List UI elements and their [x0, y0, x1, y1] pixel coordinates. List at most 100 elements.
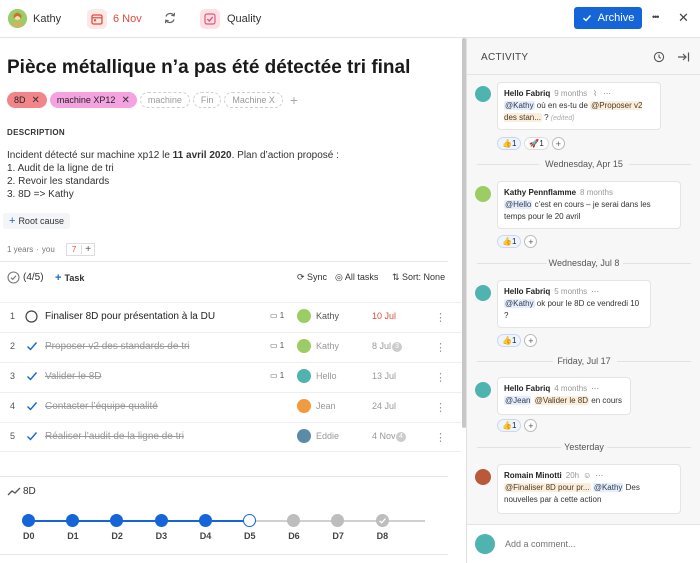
task-menu-icon[interactable]: ⋮ — [435, 341, 446, 354]
sort-selector[interactable]: ⇅ Sort: None — [392, 272, 445, 283]
counter-plus-icon[interactable]: + — [82, 244, 94, 255]
task-due-date[interactable]: 4 Nov — [372, 431, 396, 441]
attachment-icon[interactable]: ⌇ — [593, 88, 597, 100]
task-done-check-icon[interactable] — [26, 430, 38, 445]
reaction-thumbs-up[interactable]: 👍 1 — [497, 137, 522, 150]
recurrence-icon[interactable] — [163, 11, 177, 28]
comment-count[interactable]: ▭ 1 — [270, 371, 284, 380]
root-cause-button[interactable]: + Root cause — [3, 213, 70, 229]
workflow-step-d1[interactable] — [66, 514, 80, 527]
page-title[interactable]: Pièce métallique n’a pas été détectée tr… — [7, 57, 410, 79]
workflow-step-d7[interactable] — [331, 514, 345, 527]
task-due-date[interactable]: 8 Jul — [372, 341, 391, 351]
task-done-check-icon[interactable] — [26, 340, 38, 355]
task-done-check-icon[interactable] — [26, 400, 38, 415]
history-icon[interactable] — [653, 51, 665, 66]
all-tasks-filter[interactable]: ◎ All tasks — [335, 272, 378, 283]
comment-card[interactable]: Hello Fabriq 5 months ··· @Kathy ok pour… — [497, 280, 651, 328]
suggested-tag[interactable]: Fin — [192, 92, 222, 108]
add-tag-icon[interactable]: + — [290, 92, 298, 108]
add-reaction-icon[interactable]: + — [551, 137, 565, 150]
close-icon[interactable]: ✕ — [678, 10, 689, 26]
reaction-thumbs-up[interactable]: 👍 1 — [497, 334, 522, 347]
reaction-thumbs-up[interactable]: 👍 1 — [497, 419, 522, 432]
comment-count[interactable]: ▭ 1 — [270, 311, 284, 320]
workflow-step-d4[interactable] — [198, 514, 212, 527]
add-reaction-icon[interactable]: + — [524, 419, 538, 432]
task-title[interactable]: Proposer v2 des standards de tri — [45, 341, 190, 352]
assignee-selector[interactable]: Kathy — [8, 9, 61, 28]
task-title[interactable]: Finaliser 8D pour présentation à la DU — [45, 311, 215, 322]
archive-button[interactable]: Archive — [574, 7, 642, 29]
workflow-step-d8[interactable] — [375, 514, 389, 527]
due-date-selector[interactable]: 6 Nov — [87, 9, 142, 29]
comment-card[interactable]: Hello Fabriq 9 months ⌇ ··· @Kathy où en… — [497, 82, 661, 130]
workflow-step-d2[interactable] — [110, 514, 124, 527]
tag-label: 8D — [14, 95, 26, 105]
workflow-step-label: D1 — [67, 531, 79, 541]
add-task-button[interactable]: + Task — [55, 272, 84, 284]
task-title[interactable]: Réaliser l’audit de la ligne de tri — [45, 431, 184, 442]
emoji-reaction-icon[interactable]: ☺ — [583, 470, 591, 482]
more-options-icon[interactable]: ••• — [652, 12, 660, 22]
suggested-tag[interactable]: machine — [139, 92, 190, 108]
task-row[interactable]: 1 Finaliser 8D pour présentation à la DU… — [0, 302, 462, 332]
task-row[interactable]: 3 Valider le 8D ▭ 1 Hello 13 Jul ⋮ — [0, 362, 462, 392]
comment-menu-icon[interactable]: ··· — [591, 383, 599, 395]
mention[interactable]: @Valider le 8D — [533, 396, 590, 405]
mention[interactable]: @Kathy — [504, 299, 535, 308]
collapse-panel-icon[interactable] — [677, 51, 690, 66]
comment-menu-icon[interactable]: ··· — [603, 88, 611, 100]
workflow-step-d3[interactable] — [154, 514, 168, 527]
mention[interactable]: @Hello — [504, 200, 533, 209]
workflow-step-d0[interactable] — [22, 514, 35, 527]
task-done-check-icon[interactable] — [26, 370, 38, 385]
comment-card[interactable]: Hello Fabriq 4 months ··· @Jean @Valider… — [497, 377, 631, 415]
add-reaction-icon[interactable]: + — [524, 334, 538, 347]
reaction-thumbs-up[interactable]: 👍 1 — [497, 235, 522, 248]
task-due-date[interactable]: 10 Jul — [372, 311, 396, 321]
task-menu-icon[interactable]: ⋮ — [435, 401, 446, 414]
comment-composer — [467, 524, 700, 563]
tag-8d[interactable]: 8D ✕ — [7, 92, 47, 108]
description-body[interactable]: Incident détecté sur machine xp12 le 11 … — [7, 149, 447, 201]
reactions: 👍 1 + — [497, 235, 538, 248]
mention[interactable]: @Finaliser 8D pour pr... — [504, 483, 591, 492]
mention[interactable]: @Kathy — [592, 483, 624, 492]
comment-menu-icon[interactable]: ··· — [591, 286, 599, 298]
comment-body: @Finaliser 8D pour pr... @Kathy Des nouv… — [504, 483, 640, 504]
comment-author: Hello Fabriq — [504, 89, 551, 98]
counter-box[interactable]: 7 + — [65, 243, 96, 256]
workflow-step-d5[interactable] — [243, 514, 256, 527]
task-row[interactable]: 2 Proposer v2 des standards de tri ▭ 1 K… — [0, 332, 462, 362]
tag-machine-xp12[interactable]: machine XP12 ✕ — [49, 92, 137, 108]
task-menu-icon[interactable]: ⋮ — [435, 311, 446, 324]
reactions: 👍 1 + — [497, 419, 538, 432]
due-date: 6 Nov — [113, 13, 142, 25]
comment-count[interactable]: ▭ 1 — [270, 341, 284, 350]
task-title[interactable]: Valider le 8D — [45, 371, 102, 382]
add-reaction-icon[interactable]: + — [524, 235, 538, 248]
comment-card[interactable]: Romain Minotti 20h ☺ ··· @Finaliser 8D p… — [497, 464, 681, 514]
archive-label: Archive — [597, 12, 635, 24]
workflow-step-d6[interactable] — [287, 514, 301, 527]
task-menu-icon[interactable]: ⋮ — [435, 371, 446, 384]
mention[interactable]: @Kathy — [504, 101, 535, 110]
reaction-rocket[interactable]: 🚀 1 — [524, 137, 549, 150]
task-due-date[interactable]: 13 Jul — [372, 371, 396, 381]
task-row[interactable]: 5 Réaliser l’audit de la ligne de tri Ed… — [0, 422, 462, 452]
task-title[interactable]: Contacter l’équipe qualité — [45, 401, 158, 412]
task-status-open-icon[interactable] — [25, 310, 38, 326]
sync-button[interactable]: ⟳ Sync — [297, 272, 327, 283]
comment-menu-icon[interactable]: ··· — [595, 470, 603, 482]
suggested-tag[interactable]: Machine X — [224, 92, 283, 108]
remove-tag-icon[interactable]: ✕ — [121, 95, 129, 106]
remove-tag-icon[interactable]: ✕ — [32, 95, 40, 106]
mention[interactable]: @Jean — [504, 396, 532, 405]
comment-input[interactable] — [505, 535, 685, 553]
task-row[interactable]: 4 Contacter l’équipe qualité Jean 24 Jul… — [0, 392, 462, 422]
comment-card[interactable]: Kathy Pennflamme 8 months @Hello c’est e… — [497, 181, 681, 229]
task-due-date[interactable]: 24 Jul — [372, 401, 396, 411]
category-selector[interactable]: Quality — [200, 9, 261, 29]
task-menu-icon[interactable]: ⋮ — [435, 431, 446, 444]
